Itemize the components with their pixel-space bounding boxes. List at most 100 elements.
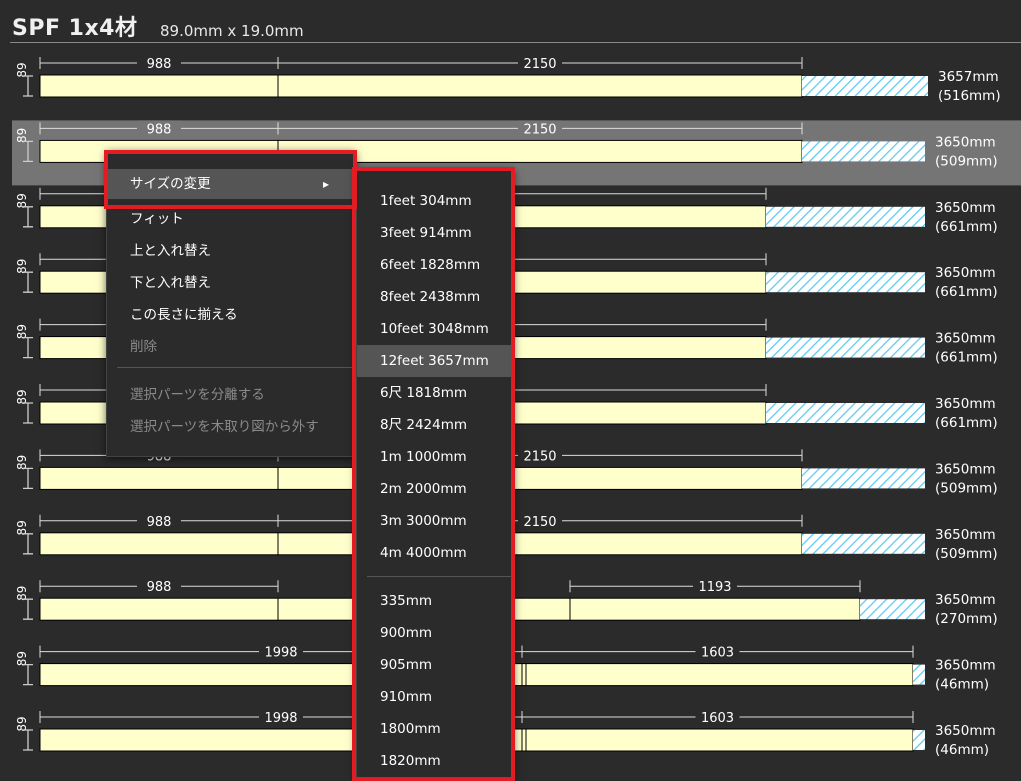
size-option-label: 4m 4000mm — [380, 545, 467, 561]
dimension-label: 2150 — [523, 57, 556, 72]
height-label: 89 — [15, 62, 29, 77]
context-menu: サイズの変更 ▸ フィット 上と入れ替え 下と入れ替え この長さに揃える 削除 … — [106, 150, 356, 457]
custom-size-option[interactable]: 910mm — [357, 681, 513, 713]
size-option-label: 3feet 914mm — [380, 225, 472, 241]
size-option-label: 2m 2000mm — [380, 481, 467, 497]
menu-item-swap-down[interactable]: 下と入れ替え — [130, 271, 211, 291]
size-option[interactable]: 12feet 3657mm — [357, 345, 513, 377]
row-remainder-length: (661mm) — [935, 350, 998, 366]
dimension-label: 2150 — [523, 449, 556, 464]
menu-item-label: サイズの変更 — [130, 176, 211, 192]
menu-item-fit[interactable]: フィット — [130, 207, 184, 227]
height-bracket-icon — [23, 533, 33, 555]
board-piece[interactable] — [39, 466, 279, 490]
board-piece[interactable] — [39, 597, 279, 621]
dimension-label: 988 — [147, 122, 172, 137]
dimension-label: 1998 — [264, 646, 297, 661]
waste-area — [913, 664, 925, 685]
menu-item-separate-parts[interactable]: 選択パーツを分離する — [130, 383, 265, 403]
menu-item-match-length[interactable]: この長さに揃える — [130, 303, 238, 323]
custom-size-label: 900mm — [380, 625, 433, 641]
row-remainder-length: (516mm) — [938, 88, 1001, 104]
height-bracket-icon — [23, 75, 33, 97]
waste-area — [860, 599, 925, 620]
size-option-label: 10feet 3048mm — [380, 321, 489, 337]
waste-area — [766, 272, 925, 293]
waste-area — [802, 76, 928, 96]
row-total-length: 3650mm — [935, 331, 996, 347]
board-piece[interactable] — [569, 597, 861, 621]
waste-area — [766, 206, 925, 227]
board-piece[interactable] — [521, 728, 527, 752]
waste-area — [766, 337, 925, 358]
height-label: 89 — [15, 193, 29, 208]
size-option[interactable]: 10feet 3048mm — [357, 313, 513, 345]
height-bracket-icon — [23, 467, 33, 490]
waste-area — [802, 468, 925, 489]
dimension-label: 988 — [147, 57, 172, 72]
custom-size-option[interactable]: 900mm — [357, 617, 513, 649]
height-label: 89 — [15, 324, 29, 339]
size-option[interactable]: 8尺 2424mm — [357, 409, 513, 441]
menu-item-delete[interactable]: 削除 — [130, 335, 157, 355]
row-total-length: 3650mm — [935, 527, 996, 543]
board-piece[interactable] — [39, 532, 279, 556]
custom-size-option[interactable]: 905mm — [357, 649, 513, 681]
height-bracket-icon — [23, 271, 33, 293]
dimension-label: 1193 — [698, 580, 731, 595]
row-total-length: 3650mm — [935, 723, 996, 739]
height-label: 89 — [15, 259, 29, 274]
size-option-label: 6尺 1818mm — [380, 385, 468, 401]
row-total-length: 3650mm — [935, 265, 996, 281]
size-option[interactable]: 6尺 1818mm — [357, 377, 513, 409]
size-option-label: 8尺 2424mm — [380, 417, 468, 433]
size-option-label: 1feet 304mm — [380, 193, 472, 209]
submenu-separator — [367, 576, 512, 577]
size-option[interactable]: 3feet 914mm — [357, 217, 513, 249]
row-remainder-length: (509mm) — [935, 546, 998, 562]
board-piece[interactable] — [525, 728, 914, 752]
board-piece[interactable] — [525, 663, 914, 687]
dimension-label: 1603 — [701, 711, 734, 726]
size-option-label: 12feet 3657mm — [380, 353, 489, 369]
dimension-label: 988 — [147, 515, 172, 530]
size-option[interactable]: 2m 2000mm — [357, 473, 513, 505]
menu-item-remove-from-layout[interactable]: 選択パーツを木取り図から外す — [130, 415, 319, 435]
board-piece[interactable] — [521, 663, 527, 687]
dimension-label: 2150 — [523, 515, 556, 530]
size-option[interactable]: 6feet 1828mm — [357, 249, 513, 281]
height-label: 89 — [15, 520, 29, 535]
row-total-length: 3657mm — [938, 69, 999, 85]
size-submenu: 1feet 304mm 3feet 914mm 6feet 1828mm 8feet … — [356, 168, 514, 781]
height-label: 89 — [15, 455, 29, 470]
height-label: 89 — [15, 586, 29, 601]
size-option-label: 8feet 2438mm — [380, 289, 481, 305]
size-option[interactable]: 1feet 304mm — [357, 185, 513, 217]
dimension-label: 988 — [147, 580, 172, 595]
height-bracket-icon — [23, 402, 33, 424]
custom-size-option[interactable]: 335mm — [357, 585, 513, 617]
custom-size-label: 905mm — [380, 657, 433, 673]
custom-size-option[interactable]: 1820mm — [357, 745, 513, 777]
size-option[interactable]: 8feet 2438mm — [357, 281, 513, 313]
board-piece[interactable] — [277, 74, 803, 98]
size-option[interactable]: 4m 4000mm — [357, 537, 513, 569]
custom-size-option[interactable]: 1800mm — [357, 713, 513, 745]
row-remainder-length: (661mm) — [935, 284, 998, 300]
custom-size-label: 1820mm — [380, 753, 441, 769]
size-option[interactable]: 1m 1000mm — [357, 441, 513, 473]
menu-separator — [117, 367, 353, 368]
row-remainder-length: (46mm) — [935, 742, 989, 758]
dimension-label: 2150 — [523, 122, 556, 137]
menu-item-swap-up[interactable]: 上と入れ替え — [130, 239, 211, 259]
size-option-label: 1m 1000mm — [380, 449, 467, 465]
row-remainder-length: (661mm) — [935, 219, 998, 235]
height-bracket-icon — [23, 598, 33, 620]
menu-item-change-size[interactable]: サイズの変更 ▸ — [107, 169, 355, 199]
board-piece[interactable] — [39, 74, 279, 98]
size-option[interactable]: 3m 3000mm — [357, 505, 513, 537]
height-bracket-icon — [23, 729, 33, 751]
dimension-label: 1998 — [264, 711, 297, 726]
board-piece[interactable] — [277, 139, 803, 163]
board-row[interactable]: 89 988 2150 3657mm (516mm) — [15, 55, 1001, 104]
